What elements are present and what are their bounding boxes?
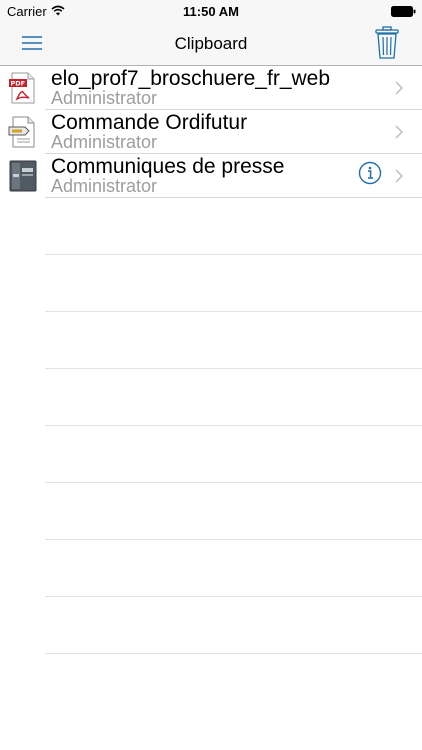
- chevron-right-icon: [395, 169, 404, 183]
- clipboard-list: PDF elo_prof7_broschuere_fr_web Administ…: [0, 66, 422, 654]
- empty-row: [0, 369, 422, 426]
- status-time: 11:50 AM: [183, 4, 239, 19]
- list-item[interactable]: PDF elo_prof7_broschuere_fr_web Administ…: [0, 66, 422, 110]
- item-subtitle: Administrator: [51, 176, 158, 196]
- empty-row: [0, 483, 422, 540]
- folder-binder-icon: [9, 160, 37, 192]
- status-bar: Carrier 11:50 AM: [0, 0, 422, 22]
- item-subtitle: Administrator: [51, 88, 158, 108]
- document-file-icon: [8, 116, 35, 148]
- empty-row: [0, 597, 422, 654]
- page-title: Clipboard: [174, 34, 248, 53]
- empty-row: [0, 426, 422, 483]
- empty-row: [0, 255, 422, 312]
- trash-icon[interactable]: [372, 26, 402, 60]
- list-item[interactable]: Commande Ordifutur Administrator: [0, 110, 422, 154]
- svg-text:PDF: PDF: [11, 80, 26, 88]
- empty-row: [0, 312, 422, 369]
- info-icon[interactable]: [358, 161, 382, 185]
- empty-row: [0, 540, 422, 597]
- navigation-bar: Clipboard: [0, 22, 422, 66]
- pdf-file-icon: PDF: [9, 72, 35, 104]
- list-item[interactable]: Communiques de presse Administrator: [0, 154, 422, 198]
- battery-icon: [391, 6, 416, 17]
- item-subtitle: Administrator: [51, 132, 158, 152]
- clipboard-screen: Carrier 11:50 AM Clipboard PDF elo_prof7…: [0, 0, 422, 750]
- empty-row: [0, 198, 422, 255]
- chevron-right-icon: [395, 125, 404, 139]
- chevron-right-icon: [395, 81, 404, 95]
